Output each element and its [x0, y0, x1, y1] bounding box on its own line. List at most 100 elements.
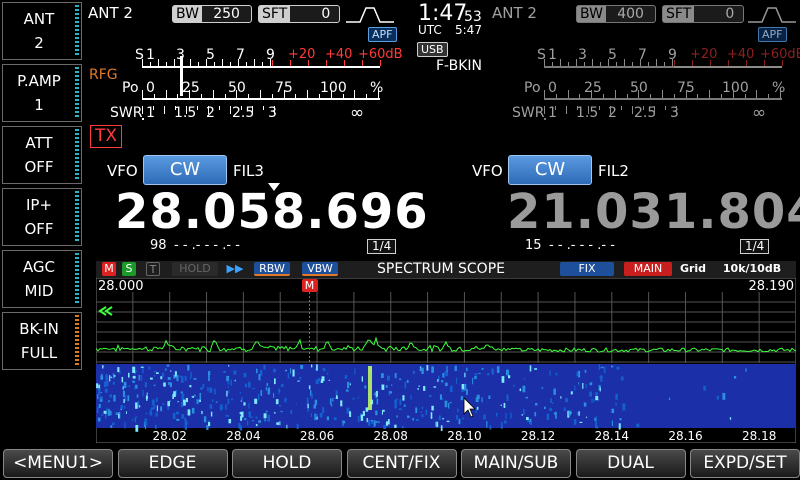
waterfall-signal	[475, 397, 479, 403]
menu-button-main-sub[interactable]: MAIN/SUB	[461, 449, 571, 478]
waterfall-signal	[162, 403, 165, 405]
s-scale-tick	[608, 59, 609, 66]
po-scale-tick	[567, 90, 569, 98]
s-plus-scale-line	[272, 66, 380, 68]
scope-m-chip[interactable]: M	[102, 262, 116, 276]
scope-speed-icon[interactable]: ▶▶	[224, 262, 246, 276]
waterfall-signal	[620, 376, 624, 381]
po-unit-label: %	[772, 80, 786, 96]
menu-button-hold[interactable]: HOLD	[232, 449, 342, 478]
waterfall-signal	[180, 391, 183, 394]
waterfall-signal	[227, 386, 229, 389]
waterfall-signal	[192, 396, 194, 398]
scope-t-chip[interactable]: T	[146, 262, 160, 276]
waterfall-signal	[148, 366, 151, 370]
s-scale-label: 3	[578, 47, 587, 63]
waterfall-signal	[461, 389, 464, 392]
waterfall-signal	[492, 368, 494, 375]
swr-scale-tick	[610, 106, 611, 114]
menu-button-dual[interactable]: DUAL	[575, 449, 686, 478]
scope-rbw-chip[interactable]: RBW	[254, 262, 290, 276]
swr-scale-tick	[588, 106, 589, 114]
sidebar-button-ant[interactable]: ANT 2	[2, 2, 82, 60]
po-scale-tick	[295, 94, 297, 98]
sidebar-button-bk-in[interactable]: BK-IN FULL	[2, 312, 82, 370]
sidebar-level-bar	[75, 315, 79, 367]
menu-button-expd-set[interactable]: EXPD/SET	[690, 449, 800, 478]
sub-bw-box[interactable]: BW 400	[576, 5, 656, 23]
waterfall-signal	[716, 395, 719, 400]
waterfall-signal	[340, 400, 343, 407]
waterfall-signal	[292, 369, 295, 377]
main-frequency-display[interactable]: 28.058.696	[115, 184, 429, 240]
waterfall-signal	[381, 384, 385, 390]
sub-step-indicator[interactable]: 1/4	[740, 239, 770, 254]
sidebar-button-p-amp[interactable]: P.AMP 1	[2, 64, 82, 122]
main-sft-box[interactable]: SFT 0	[258, 5, 340, 23]
spectrum-scope[interactable]: 28.000 28.190 28.02 28.04 28.06 28.08 28.10 2…	[96, 278, 796, 443]
sidebar-button-ip-[interactable]: IP+ OFF	[2, 188, 82, 246]
waterfall-signal	[228, 419, 232, 424]
scope-marker-badge[interactable]: M	[301, 279, 318, 292]
waterfall-signal	[733, 375, 737, 379]
menu-button-edge[interactable]: EDGE	[117, 449, 228, 478]
sft-key: SFT	[259, 6, 291, 22]
waterfall-signal	[466, 389, 468, 395]
waterfall-signal	[248, 411, 251, 418]
swr-scale-tick	[186, 106, 187, 114]
waterfall-signal	[265, 386, 267, 391]
waterfall-signal	[187, 364, 190, 371]
passband-icon	[346, 7, 394, 23]
waterfall-signal	[167, 401, 170, 407]
waterfall-signal	[578, 370, 581, 378]
waterfall-signal	[117, 367, 120, 373]
scope-main-chip[interactable]: MAIN	[624, 262, 672, 276]
waterfall-signal	[317, 378, 321, 382]
waterfall-signal	[421, 414, 424, 418]
sub-frequency-display[interactable]: 21.031.804	[507, 184, 800, 240]
scope-vbw-chip[interactable]: VBW	[302, 262, 338, 276]
waterfall-signal	[457, 408, 459, 413]
waterfall-signal	[332, 397, 334, 402]
waterfall-signal	[97, 394, 99, 400]
main-step-indicator[interactable]: 1/4	[367, 239, 397, 254]
waterfall-signal	[128, 372, 130, 378]
waterfall-signal	[135, 425, 139, 432]
menu-button-cent-fix[interactable]: CENT/FIX	[346, 449, 457, 478]
waterfall-signal	[310, 413, 312, 417]
main-bw-box[interactable]: BW 250	[172, 5, 252, 23]
waterfall-signal	[560, 396, 562, 399]
sub-apf-badge[interactable]: APF	[758, 27, 787, 42]
sub-sft-box[interactable]: SFT 0	[662, 5, 744, 23]
scope-fix-chip[interactable]: FIX	[560, 262, 614, 276]
sidebar-button-att[interactable]: ATT OFF	[2, 126, 82, 184]
sidebar-button-agc[interactable]: AGC MID	[2, 250, 82, 308]
waterfall-signal	[360, 414, 364, 421]
waterfall-signal	[202, 383, 205, 388]
waterfall-signal	[534, 412, 537, 417]
waterfall-signal	[496, 412, 498, 417]
waterfall-signal	[144, 418, 148, 426]
waterfall-signal	[600, 366, 604, 369]
waterfall-signal	[104, 388, 108, 393]
waterfall-display[interactable]	[96, 364, 796, 432]
waterfall-signal	[156, 405, 158, 412]
waterfall-signal	[373, 420, 376, 427]
waterfall-signal	[153, 384, 156, 386]
scope-s-chip[interactable]: S	[122, 262, 136, 276]
scope-hold-chip[interactable]: HOLD	[172, 262, 218, 276]
waterfall-signal	[589, 391, 592, 397]
waterfall-signal	[181, 393, 185, 401]
menu-button-menu1[interactable]: <MENU1>	[3, 449, 113, 478]
main-mode-button[interactable]: CW	[143, 155, 227, 185]
waterfall-signal	[391, 384, 393, 386]
waterfall-signal	[361, 376, 363, 382]
waterfall-signal	[399, 399, 402, 406]
s-plus-tick	[710, 60, 711, 66]
waterfall-signal	[371, 420, 374, 424]
main-apf-badge[interactable]: APF	[368, 27, 397, 42]
waterfall-signal	[535, 403, 538, 406]
waterfall-signal	[555, 411, 557, 419]
waterfall-signal	[412, 418, 415, 421]
sub-mode-button[interactable]: CW	[508, 155, 592, 185]
